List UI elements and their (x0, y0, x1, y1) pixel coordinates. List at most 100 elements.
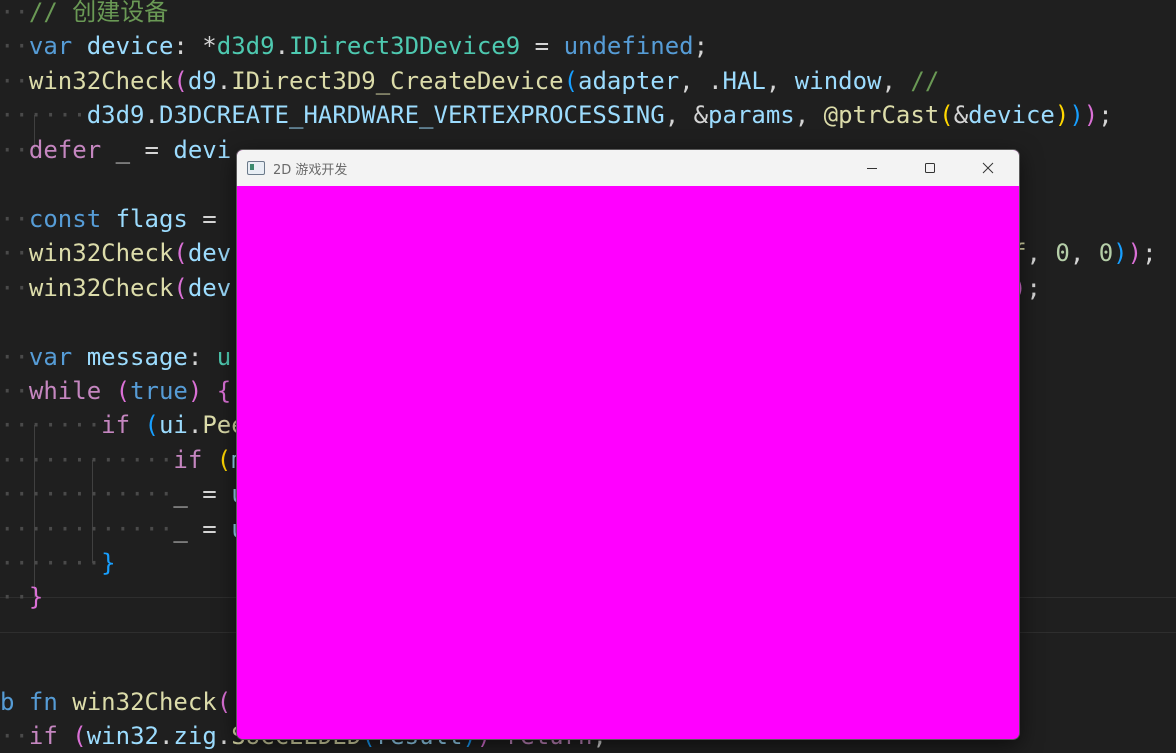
minimize-icon (867, 168, 877, 169)
code-line[interactable]: ··while (true) { (0, 374, 231, 408)
whitespace-marker: ············ (0, 446, 174, 474)
whitespace-marker: ·· (0, 136, 29, 164)
whitespace-marker: ·· (0, 377, 29, 405)
code-token: adapter (578, 67, 680, 95)
code-token: . (274, 32, 290, 60)
code-token: win32Check (72, 688, 217, 716)
whitespace-marker: ·· (0, 0, 29, 26)
maximize-button[interactable] (901, 150, 959, 186)
code-token: : * (173, 32, 217, 60)
code-token: ( (939, 101, 954, 129)
code-token: = (187, 205, 232, 233)
whitespace-marker: ······ (0, 101, 87, 129)
code-line[interactable]: ············_ = ui (0, 477, 260, 511)
whitespace-marker: ············ (0, 480, 174, 508)
code-line[interactable]: ··// 创建设备 (0, 0, 168, 29)
close-icon (982, 162, 994, 174)
code-line[interactable]: ············if (me (0, 443, 260, 477)
code-token: d9 (187, 67, 217, 95)
code-line[interactable]: ··win32Check(dev (0, 236, 231, 270)
code-token: dev (187, 274, 232, 302)
code-token: if (28, 722, 73, 750)
code-token: true (130, 377, 188, 405)
code-token: ( (173, 239, 188, 267)
code-token: ; (1142, 239, 1157, 267)
code-token: window (794, 67, 882, 95)
code-token: _ = (101, 136, 174, 164)
code-token: IDirect3D9_CreateDevice (231, 67, 564, 95)
code-line[interactable]: ··defer _ = devi (0, 133, 231, 167)
code-token: ; (693, 32, 709, 60)
whitespace-marker: ·· (0, 583, 29, 611)
code-token: while (28, 377, 116, 405)
code-token: . (158, 722, 174, 750)
code-token: ) (1113, 239, 1128, 267)
code-token: , (794, 101, 824, 129)
window-titlebar[interactable]: 2D 游戏开发 (237, 150, 1019, 186)
whitespace-marker: ·· (0, 722, 29, 750)
code-line[interactable]: ··const flags = (0, 202, 231, 236)
code-line[interactable]: ············_ = ui (0, 512, 260, 546)
render-surface[interactable] (237, 186, 1019, 739)
code-token: , (881, 67, 911, 95)
code-token: , & (664, 101, 709, 129)
code-token: ) (1054, 101, 1070, 129)
code-token: undefined (563, 32, 694, 60)
whitespace-marker: ······· (0, 549, 102, 577)
code-token: ( (563, 67, 579, 95)
code-token: defer (28, 136, 102, 164)
code-line[interactable]: ··var message: u (0, 340, 231, 374)
code-token: if (173, 446, 217, 474)
whitespace-marker: ······· (0, 411, 102, 439)
maximize-icon (925, 163, 935, 173)
code-line[interactable]: b fn win32Check( (0, 685, 231, 719)
code-token: devi (173, 136, 232, 164)
code-token: , (765, 67, 795, 95)
code-token: d3d9 (216, 32, 275, 60)
code-line[interactable]: ·······} (0, 546, 116, 580)
code-token: ( (115, 377, 131, 405)
code-token: ( (173, 67, 188, 95)
code-token: ( (144, 411, 159, 439)
code-token: 0 (1098, 239, 1114, 267)
code-token: zig (173, 722, 217, 750)
whitespace-marker: ·· (0, 274, 29, 302)
code-line[interactable]: ··var device: *d3d9.IDirect3DDevice9 = u… (0, 29, 708, 63)
whitespace-marker: ·· (0, 67, 29, 95)
window-title: 2D 游戏开发 (273, 162, 348, 178)
code-token: _ = (173, 515, 232, 543)
minimize-button[interactable] (843, 150, 901, 186)
code-line[interactable]: ··win32Check(dev (0, 271, 231, 305)
code-token: flags (115, 205, 188, 233)
code-line[interactable]: ·······if (ui.Pee (0, 408, 246, 442)
code-token: // 创建设备 (28, 0, 169, 26)
code-token: win32Check (28, 239, 174, 267)
code-token: , . (679, 67, 723, 95)
code-token: . (216, 67, 232, 95)
game-window[interactable]: 2D 游戏开发 (236, 149, 1020, 740)
code-token: ) (187, 377, 203, 405)
code-token: d3d9 (86, 101, 145, 129)
code-token: var (28, 343, 87, 371)
code-token: IDirect3DDevice9 (289, 32, 521, 60)
code-token: // (910, 67, 940, 95)
code-token: fn (28, 688, 73, 716)
code-token: ; (1026, 274, 1041, 302)
code-line[interactable]: ······d3d9.D3DCREATE_HARDWARE_VERTEXPROC… (0, 98, 1113, 132)
code-token: ( (173, 274, 188, 302)
code-line[interactable]: ··win32Check(d9.IDirect3D9_CreateDevice(… (0, 64, 939, 98)
code-line-fragment[interactable]: f, 0, 0)); (1012, 236, 1157, 270)
code-token: message (86, 343, 188, 371)
code-token: = (520, 32, 564, 60)
code-token: b (0, 688, 29, 716)
code-token: 0 (1055, 239, 1070, 267)
code-token: , (1026, 239, 1056, 267)
whitespace-marker: ·· (0, 32, 29, 60)
code-token: params (708, 101, 795, 129)
code-line[interactable]: ··} (0, 580, 43, 614)
code-token: win32 (86, 722, 159, 750)
code-token: : (187, 343, 217, 371)
whitespace-marker: ·· (0, 239, 29, 267)
code-token: ) (1069, 101, 1084, 129)
close-button[interactable] (959, 150, 1017, 186)
